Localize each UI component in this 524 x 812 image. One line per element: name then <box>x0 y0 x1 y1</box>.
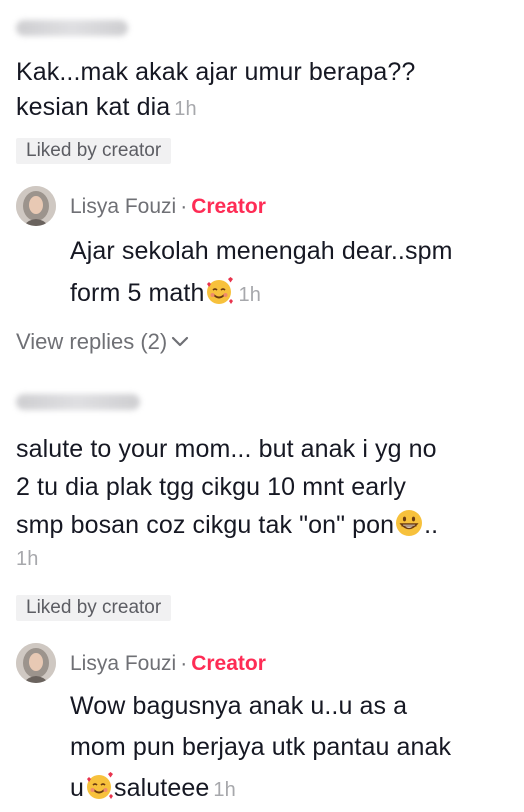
view-replies-button[interactable]: View replies (2) <box>16 327 189 357</box>
reply-line: mom pun berjaya utk pantau anak <box>70 733 452 761</box>
reply-text: Wow bagusnya anak u..u as a mom pun berj… <box>70 686 451 811</box>
comment-line: 2 tu dia plak tgg cikgu 10 mnt early <box>16 473 406 501</box>
creator-label: Creator <box>191 195 266 218</box>
reply-time: 1h <box>238 284 261 306</box>
liked-by-creator-badge: Liked by creator <box>16 138 172 164</box>
reply-text: Ajar sekolah menengah dear..spm form 5 m… <box>70 230 453 316</box>
comment-time: 1h <box>174 98 197 120</box>
blurred-username[interactable] <box>16 394 140 410</box>
avatar-image <box>16 186 56 226</box>
comment-line-suffix: .. <box>424 511 439 539</box>
blurred-username[interactable] <box>16 20 128 36</box>
reply-line-text: form 5 math <box>70 279 205 307</box>
reply-author-name[interactable]: Lisya Fouzi <box>70 195 176 218</box>
comment-text: salute to your mom... but anak i yg no 2… <box>16 430 438 572</box>
separator-dot: · <box>180 652 188 675</box>
separator-dot: · <box>180 195 188 218</box>
comment-line: Kak...mak akak ajar umur berapa?? <box>16 58 416 86</box>
avatar[interactable] <box>16 643 56 683</box>
reply-line: form 5 math 1h <box>70 272 453 316</box>
reply-header: Lisya Fouzi · Creator <box>70 193 266 221</box>
view-replies-label: View replies (2) <box>16 329 168 354</box>
avatar[interactable] <box>16 186 56 226</box>
comment-line: salute to your mom... but anak i yg no <box>16 435 437 463</box>
reply-author-name[interactable]: Lisya Fouzi <box>70 652 176 675</box>
comment-line-text: smp bosan coz cikgu tak "on" pon <box>16 511 395 539</box>
reply-line-text: saluteee <box>114 774 210 802</box>
reply-line: Ajar sekolah menengah dear..spm <box>70 237 453 265</box>
reply-line: Wow bagusnya anak u..u as a <box>70 692 408 720</box>
avatar-image <box>16 643 56 683</box>
reply-header: Lisya Fouzi · Creator <box>70 650 266 678</box>
smiling-face-with-hearts-icon <box>204 276 234 306</box>
creator-label: Creator <box>191 652 266 675</box>
comment-line: smp bosan coz cikgu tak "on" pon .. <box>16 506 438 544</box>
comment-time-row: 1h <box>16 544 438 572</box>
liked-by-creator-badge: Liked by creator <box>16 595 172 621</box>
smiling-face-with-hearts-icon <box>84 771 114 801</box>
comment-line-text: kesian kat dia <box>16 93 171 121</box>
chevron-down-icon <box>172 336 189 347</box>
comment-time: 1h <box>16 548 39 570</box>
reply-line-prefix: u <box>70 774 85 802</box>
reply-line: u saluteee 1h <box>70 768 451 811</box>
reply-time: 1h <box>213 779 236 801</box>
comment-line: kesian kat dia 1h <box>16 90 415 127</box>
comment-text: Kak...mak akak ajar umur berapa?? kesian… <box>16 55 415 127</box>
grinning-face-icon <box>394 508 424 538</box>
